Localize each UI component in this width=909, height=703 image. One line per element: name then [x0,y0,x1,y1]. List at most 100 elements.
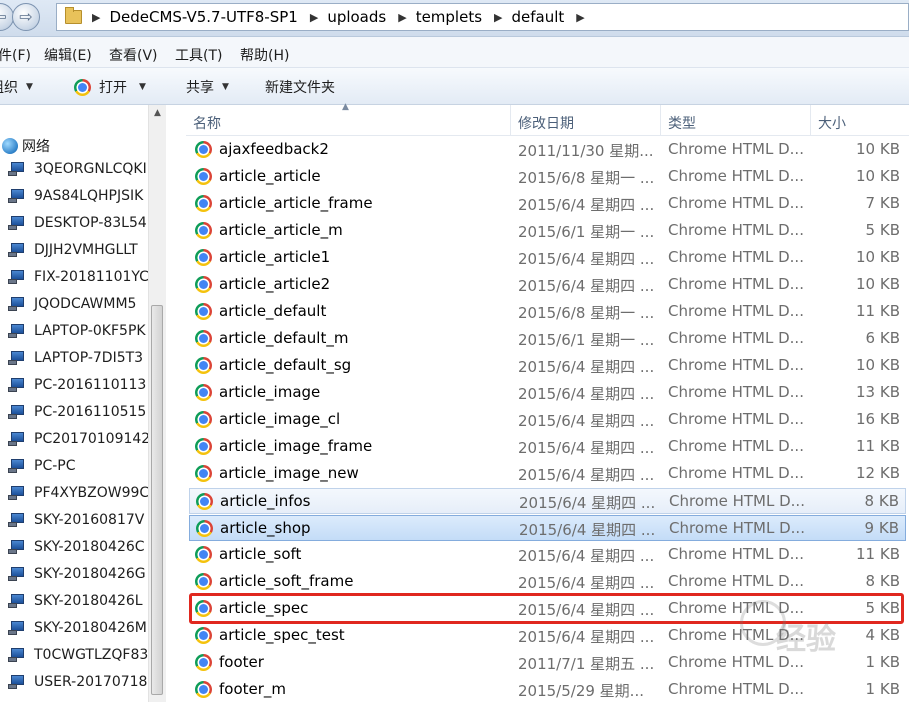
chrome-html-file-icon [195,573,212,590]
nav-computer-item[interactable]: SKY-20180426M [8,620,147,636]
share-button[interactable]: 共享 ▼ [186,77,229,97]
chevron-right-icon[interactable]: ▶ [310,11,318,24]
column-separator[interactable] [660,105,661,135]
file-row[interactable]: article_article_frame 2015/6/4 星期四 ... Chr… [189,191,906,217]
nav-computer-item[interactable]: LAPTOP-7DI5T3 [8,350,143,366]
chrome-html-file-icon [195,627,212,644]
nav-computer-item[interactable]: LAPTOP-0KF5PK [8,323,146,339]
breadcrumb-item[interactable]: DedeCMS-V5.7-UTF8-SP1 [109,8,297,26]
file-date: 2015/6/8 星期一 ... [518,304,655,322]
column-separator[interactable] [810,105,811,135]
chrome-html-file-icon [195,438,212,455]
file-row[interactable]: article_article2 2015/6/4 星期四 ... Chrome H… [189,272,906,298]
file-size: 4 KB [865,626,900,644]
menu-tools[interactable]: 工具(T) [175,45,222,65]
nav-computer-item[interactable]: PF4XYBZOW99C [8,485,148,501]
chevron-right-icon[interactable]: ▶ [576,11,584,24]
computer-icon [8,486,26,500]
file-row[interactable]: ajaxfeedback2 2011/11/30 星期... Chrome HTML… [189,137,906,163]
new-folder-label: 新建文件夹 [265,80,335,96]
command-bar: 组织 ▼ 打开 ▼ 共享 ▼ 新建文件夹 [0,68,909,105]
nav-computer-item[interactable]: PC-2016110515 [8,404,146,420]
chevron-right-icon[interactable]: ▶ [398,11,406,24]
column-type[interactable]: 类型 [668,113,696,133]
breadcrumb-item[interactable]: uploads [327,8,386,26]
menu-help[interactable]: 帮助(H) [240,45,289,65]
file-row[interactable]: article_default_m 2015/6/1 星期一 ... Chrome … [189,326,906,352]
forward-button[interactable]: ⇨ [12,3,40,31]
pane-divider[interactable] [166,105,186,702]
nav-computer-label: SKY-20180426M [34,620,147,636]
file-row[interactable]: article_image_new 2015/6/4 星期四 ... Chrome … [189,461,906,487]
menu-edit[interactable]: 编辑(E) [44,45,92,65]
file-size: 11 KB [856,545,900,563]
nav-computer-item[interactable]: FIX-20181101YC [8,269,148,285]
file-name: footer [219,653,264,671]
file-row[interactable]: article_default 2015/6/8 星期一 ... Chrome HT… [189,299,906,325]
column-date[interactable]: 修改日期 [518,113,574,133]
computer-icon [8,189,26,203]
nav-computer-item[interactable]: DJJH2VMHGLLT [8,242,138,258]
file-row[interactable]: article_shop 2015/6/4 星期四 ... Chrome HTML … [189,515,906,541]
column-size[interactable]: 大小 [818,113,846,133]
nav-computer-item[interactable]: DESKTOP-83L54 [8,215,147,231]
file-row[interactable]: article_soft_frame 2015/6/4 星期四 ... Chrome… [189,569,906,595]
nav-computer-item[interactable]: SKY-20180426L [8,593,143,609]
nav-computer-item[interactable]: 3QEORGNLCQKI [8,161,147,177]
chevron-right-icon[interactable]: ▶ [92,11,100,24]
computer-icon [8,162,26,176]
breadcrumb-item[interactable]: templets [416,8,482,26]
chevron-right-icon[interactable]: ▶ [494,11,502,24]
organize-label: 组织 [0,80,18,96]
computer-icon [8,675,26,689]
caret-down-icon[interactable]: ▼ [139,82,146,92]
address-breadcrumb[interactable]: ▶ DedeCMS-V5.7-UTF8-SP1 ▶ uploads ▶ temp… [56,3,909,31]
nav-computer-item[interactable]: USER-20170718 [8,674,147,690]
file-row[interactable]: article_soft 2015/6/4 星期四 ... Chrome HTML … [189,542,906,568]
nav-computer-item[interactable]: SKY-20160817V [8,512,144,528]
menu-view[interactable]: 查看(V) [109,45,158,65]
menu-bar: 件(F) 编辑(E) 查看(V) 工具(T) 帮助(H) [0,37,909,68]
file-row[interactable]: article_default_sg 2015/6/4 星期四 ... Chrome… [189,353,906,379]
file-size: 10 KB [856,140,900,158]
computer-icon [8,648,26,662]
computer-icon [8,324,26,338]
file-row[interactable]: article_image_frame 2015/6/4 星期四 ... Chrom… [189,434,906,460]
nav-computer-label: T0CWGTLZQF83 [34,647,148,663]
chrome-icon [74,78,91,96]
file-size: 13 KB [856,383,900,401]
nav-computer-item[interactable]: PC20170109142 [8,431,148,447]
file-date: 2015/6/4 星期四 ... [518,466,655,484]
new-folder-button[interactable]: 新建文件夹 [265,77,335,97]
file-row[interactable]: footer_m 2015/5/29 星期... Chrome HTML D... 1… [189,677,906,703]
chrome-html-file-icon [196,520,213,537]
nav-computer-item[interactable]: 9AS84LQHPJSIK [8,188,143,204]
nav-computer-item[interactable]: PC-2016110113 [8,377,146,393]
file-row[interactable]: article_image 2015/6/4 星期四 ... Chrome HTML… [189,380,906,406]
nav-scrollbar[interactable]: ▲ [148,105,166,702]
file-row[interactable]: article_image_cl 2015/6/4 星期四 ... Chrome H… [189,407,906,433]
file-name: article_image [219,383,321,401]
nav-computer-label: SKY-20180426G [34,566,146,582]
file-date: 2015/6/4 星期四 ... [518,412,655,430]
breadcrumb-item[interactable]: default [512,8,565,26]
file-row[interactable]: article_article 2015/6/8 星期一 ... Chrome HT… [189,164,906,190]
file-row[interactable]: article_infos 2015/6/4 星期四 ... Chrome HTML… [189,488,906,514]
file-row[interactable]: article_article_m 2015/6/1 星期一 ... Chrome … [189,218,906,244]
scroll-up-icon[interactable]: ▲ [149,108,166,124]
nav-computer-item[interactable]: JQODCAWMM5 [8,296,136,312]
organize-button[interactable]: 组织 ▼ [0,77,33,97]
open-button[interactable]: 打开 ▼ [74,77,146,97]
chrome-html-file-icon [195,195,212,212]
scroll-thumb[interactable] [151,305,163,695]
nav-computer-item[interactable]: SKY-20180426G [8,566,146,582]
nav-computer-item[interactable]: SKY-20180426C [8,539,145,555]
nav-network[interactable]: 网络 [0,136,50,156]
nav-computer-item[interactable]: PC-PC [8,458,76,474]
column-separator[interactable] [510,105,511,135]
column-name[interactable]: 名称 [193,113,221,133]
file-row[interactable]: article_article1 2015/6/4 星期四 ... Chrome H… [189,245,906,271]
computer-icon [8,594,26,608]
menu-file[interactable]: 件(F) [0,45,31,65]
nav-computer-item[interactable]: T0CWGTLZQF83 [8,647,148,663]
